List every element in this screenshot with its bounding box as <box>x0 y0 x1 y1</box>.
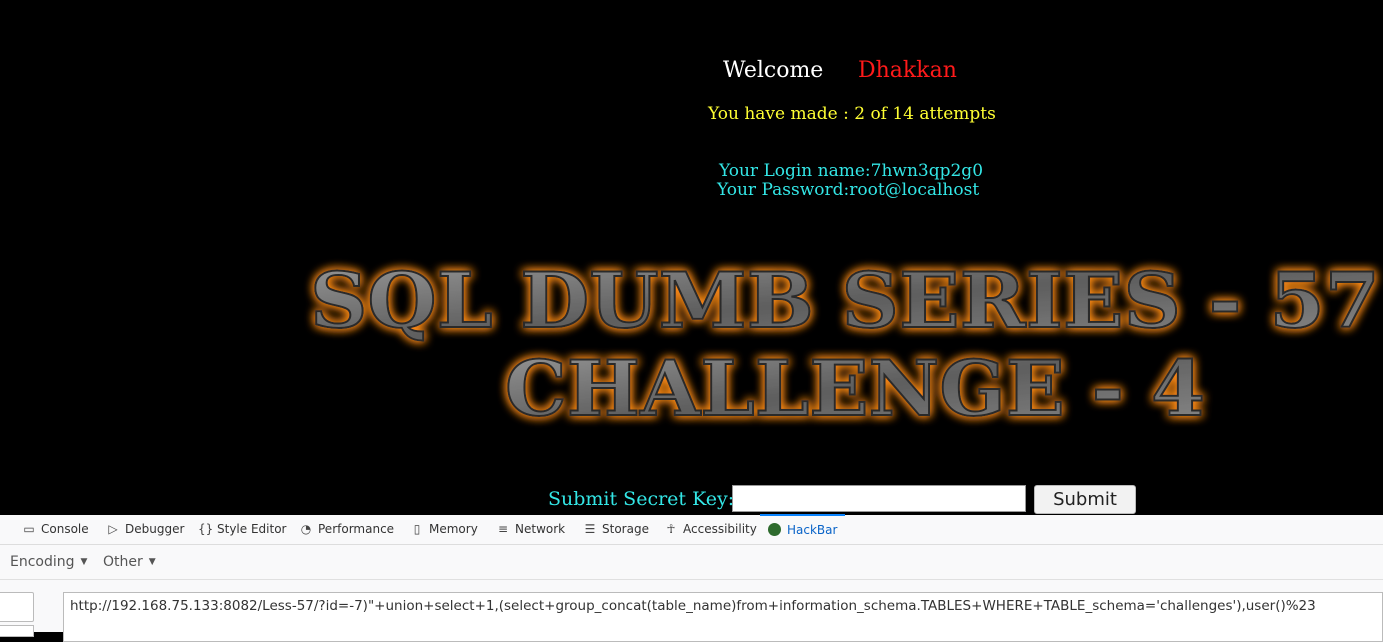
caret-down-icon: ▼ <box>148 557 156 567</box>
menu-label: Other <box>103 554 143 570</box>
tab-debugger[interactable]: ▷ Debugger <box>106 515 184 544</box>
caret-down-icon: ▼ <box>80 557 88 567</box>
challenge-banner: SQL DUMB SERIES - 57 CHALLENGE - 4 <box>309 255 1381 434</box>
tab-style-editor[interactable]: {} Style Editor <box>198 515 286 544</box>
tab-performance[interactable]: ◔ Performance <box>299 515 394 544</box>
debugger-icon: ▷ <box>108 522 118 536</box>
tab-label: Network <box>515 522 566 536</box>
tab-label: Accessibility <box>683 522 757 536</box>
welcome-text: Welcome <box>723 58 824 83</box>
tab-label: Performance <box>318 522 395 536</box>
tab-label: Debugger <box>125 522 185 536</box>
username-text: Dhakkan <box>858 58 957 83</box>
hackbar-url-area: http://192.168.75.133:8082/Less-57/?id=-… <box>0 580 1383 642</box>
load-url-button[interactable] <box>0 592 34 622</box>
banner-line-1: SQL DUMB SERIES - 57 <box>310 256 1380 345</box>
tab-label: Console <box>41 522 89 536</box>
tab-hackbar[interactable]: HackBar <box>760 514 846 545</box>
devtools-panel: ▭ Console ▷ Debugger {} Style Editor ◔ Perfo… <box>0 514 1383 642</box>
memory-icon: ▯ <box>413 522 421 536</box>
other-menu[interactable]: Other ▼ <box>103 554 156 570</box>
accessibility-icon: ☥ <box>666 522 676 536</box>
split-url-button[interactable] <box>0 625 34 637</box>
tab-label: Style Editor <box>217 522 287 536</box>
tab-console[interactable]: ▭ Console <box>22 515 89 544</box>
password-text: Your Password:root@localhost <box>717 180 980 200</box>
tab-memory[interactable]: ▯ Memory <box>410 515 478 544</box>
menu-label: Encoding <box>10 554 75 570</box>
storage-icon: ☰ <box>584 522 596 536</box>
encoding-menu[interactable]: Encoding ▼ <box>10 554 87 570</box>
submit-secret-key-label: Submit Secret Key: <box>548 488 735 510</box>
attempts-counter: You have made : 2 of 14 attempts <box>708 104 996 124</box>
performance-icon: ◔ <box>300 522 312 536</box>
login-name-text: Your Login name:7hwn3qp2g0 <box>719 161 984 181</box>
submit-button[interactable]: Submit <box>1034 485 1136 514</box>
tab-network[interactable]: ≡ Network <box>496 515 565 544</box>
web-page: Welcome Dhakkan You have made : 2 of 14 … <box>0 0 1383 515</box>
hackbar-icon <box>768 523 781 536</box>
tab-label: Storage <box>602 522 649 536</box>
banner-line-2: CHALLENGE - 4 <box>505 344 1205 433</box>
tab-storage[interactable]: ☰ Storage <box>583 515 649 544</box>
console-icon: ▭ <box>23 522 35 536</box>
tab-accessibility[interactable]: ☥ Accessibility <box>664 515 757 544</box>
secret-key-input[interactable] <box>732 485 1026 512</box>
tab-label: HackBar <box>787 523 838 537</box>
network-icon: ≡ <box>497 522 509 536</box>
tab-label: Memory <box>429 522 478 536</box>
style-editor-icon: {} <box>198 522 214 536</box>
hackbar-menu: Encoding ▼ Other ▼ <box>0 545 1383 580</box>
url-textarea[interactable]: http://192.168.75.133:8082/Less-57/?id=-… <box>63 592 1383 642</box>
devtools-tabbar: ▭ Console ▷ Debugger {} Style Editor ◔ Perfo… <box>0 514 1383 545</box>
